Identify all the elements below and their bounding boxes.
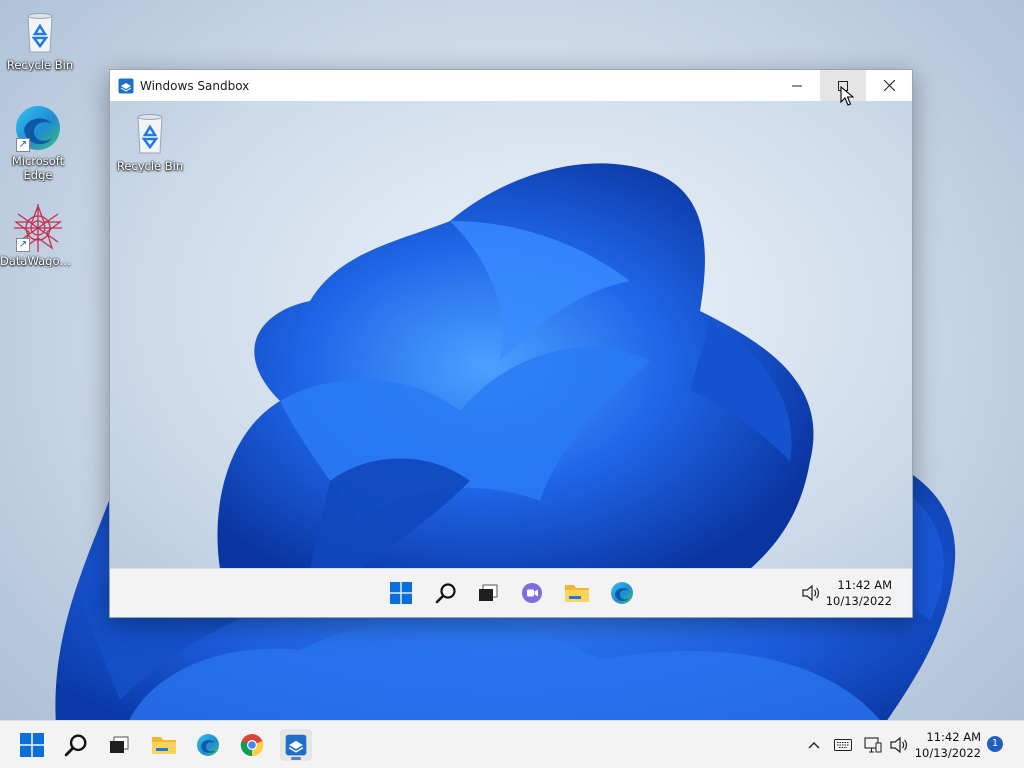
sandbox-desktop-icon-recycle-bin[interactable]: Recycle Bin — [112, 109, 188, 173]
search-icon — [64, 734, 87, 757]
sandbox-edge-button[interactable] — [606, 577, 638, 609]
clock-date: 10/13/2022 — [914, 746, 981, 760]
shortcut-arrow-icon: ↗ — [16, 238, 30, 252]
desktop-icon-label: Microsoft Edge — [11, 154, 65, 182]
edge-icon: ↗ — [14, 104, 62, 152]
search-button[interactable] — [60, 729, 92, 761]
task-view-icon — [479, 584, 498, 601]
sandbox-chat-button[interactable] — [516, 577, 548, 609]
minimize-button[interactable] — [774, 70, 820, 101]
sandbox-file-explorer-button[interactable] — [561, 577, 593, 609]
sandbox-wallpaper — [217, 163, 814, 569]
windows-sandbox-button[interactable] — [280, 729, 312, 761]
file-explorer-icon — [152, 737, 176, 754]
sandbox-task-view-button[interactable] — [472, 577, 504, 609]
running-indicator — [291, 757, 301, 760]
shortcut-arrow-icon: ↗ — [16, 138, 30, 152]
close-button[interactable] — [866, 70, 912, 101]
sandbox-desktop: Recycle Bin 11:42 AM 10/13/2022 — [110, 101, 912, 617]
show-hidden-icons-button[interactable] — [798, 729, 830, 761]
clock[interactable]: 11:42 AM 10/13/2022 — [900, 729, 981, 761]
sandbox-search-button[interactable] — [430, 577, 462, 609]
window-title: Windows Sandbox — [140, 78, 250, 93]
notification-badge[interactable]: 1 — [987, 736, 1003, 752]
chevron-up-icon — [808, 742, 820, 749]
windows-sandbox-icon — [285, 734, 307, 756]
desktop-icon-microsoft-edge[interactable]: ↗ Microsoft Edge — [0, 104, 76, 182]
desktop-icon-label: Recycle Bin — [116, 159, 184, 173]
sandbox-window[interactable]: Windows Sandbox Recycle Bin 11:42 AM 10/… — [109, 69, 913, 618]
recycle-bin-icon — [16, 8, 64, 56]
taskbar: 11:42 AM 10/13/2022 1 — [0, 720, 1024, 768]
mouse-cursor-icon — [840, 86, 854, 106]
datawagon-icon: ↗ — [14, 204, 62, 252]
title-bar[interactable]: Windows Sandbox — [110, 70, 912, 101]
sandbox-start-button[interactable] — [385, 577, 417, 609]
file-explorer-button[interactable] — [148, 729, 180, 761]
windows-logo-icon — [20, 733, 44, 757]
close-icon — [883, 80, 895, 91]
recycle-bin-icon — [126, 109, 174, 157]
chrome-icon — [240, 734, 264, 757]
clock-time: 11:42 AM — [926, 730, 981, 744]
sandbox-clock-date: 10/13/2022 — [825, 594, 892, 608]
sandbox-clock-time: 11:42 AM — [837, 578, 892, 592]
desktop-icon-label: DataWagon... — [0, 254, 76, 268]
minimize-icon — [792, 85, 802, 86]
desktop-icon-datawagon[interactable]: ↗ DataWagon... — [0, 204, 76, 268]
edge-icon — [611, 582, 633, 604]
task-view-icon — [110, 736, 129, 753]
task-view-button[interactable] — [103, 729, 135, 761]
sandbox-taskbar: 11:42 AM 10/13/2022 — [110, 568, 912, 617]
network-icon — [864, 737, 882, 753]
sandbox-clock[interactable]: 11:42 AM 10/13/2022 — [810, 577, 892, 609]
chat-icon — [522, 583, 542, 603]
edge-button[interactable] — [192, 729, 224, 761]
start-button[interactable] — [16, 729, 48, 761]
keyboard-icon — [834, 739, 852, 751]
desktop: Recycle Bin ↗ Microsoft Edge ↗ DataWagon… — [0, 0, 1024, 768]
chrome-button[interactable] — [236, 729, 268, 761]
desktop-icon-label: Recycle Bin — [6, 58, 74, 72]
file-explorer-icon — [565, 585, 589, 602]
keyboard-button[interactable] — [827, 729, 859, 761]
windows-sandbox-icon — [118, 78, 134, 93]
desktop-icon-recycle-bin[interactable]: Recycle Bin — [2, 8, 78, 72]
windows-logo-icon — [390, 582, 412, 604]
edge-icon — [197, 734, 219, 756]
search-icon — [435, 583, 456, 604]
